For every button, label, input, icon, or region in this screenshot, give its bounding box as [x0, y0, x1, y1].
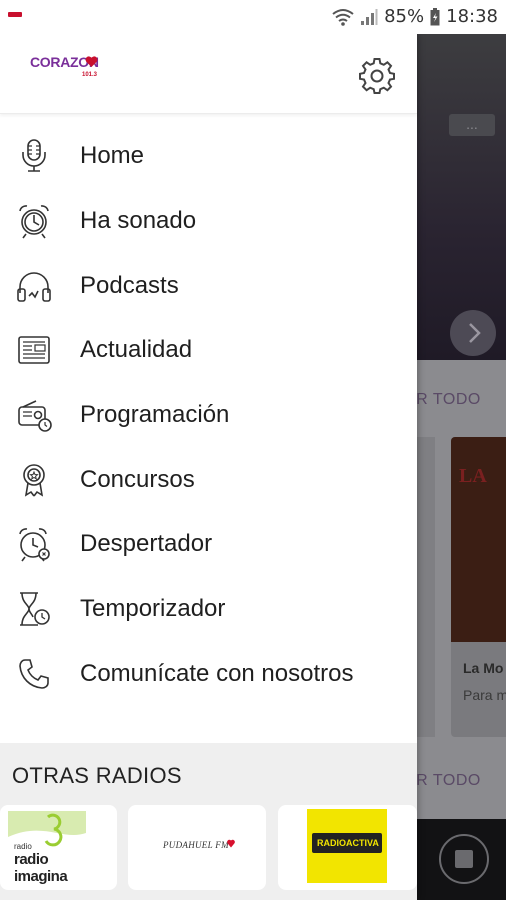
menu-item-label: Home — [80, 142, 145, 170]
radio-card-pudahuel[interactable]: PUDAHUEL FM — [128, 805, 266, 890]
signal-icon — [360, 8, 378, 26]
menu-item-label: Actualidad — [80, 336, 193, 364]
menu-item-label: Temporizador — [80, 595, 226, 623]
menu-item-ha-sonado[interactable]: Ha sonado — [0, 189, 417, 254]
background-card: LA La Mo Para m — [451, 437, 506, 737]
menu-item-label: Despertador — [80, 530, 213, 558]
notification-icon — [8, 12, 22, 17]
menu-item-label: Comunícate con nosotros — [80, 659, 354, 687]
menu-item-home[interactable]: Home — [0, 124, 417, 189]
hourglass-timer-icon — [16, 591, 52, 627]
phone-icon — [16, 656, 52, 692]
radioactiva-logo: RADIOACTIVA — [307, 809, 387, 883]
radio-card-radioactiva[interactable]: RADIOACTIVA — [278, 805, 417, 890]
radio-name: radio imagina — [14, 851, 68, 885]
menu-item-label: Ha sonado — [80, 207, 197, 235]
radio-name: PUDAHUEL FM — [163, 840, 229, 850]
settings-gear-icon[interactable] — [358, 57, 396, 95]
background-card-subtitle: Para m — [463, 687, 506, 703]
background-see-all-link: ER TODO — [417, 772, 481, 789]
menu-item-label: Programación — [80, 401, 230, 429]
menu-item-contacto[interactable]: Comunícate con nosotros — [0, 642, 417, 707]
battery-icon — [430, 7, 440, 26]
menu-item-actualidad[interactable]: Actualidad — [0, 318, 417, 383]
menu-item-despertador[interactable]: Despertador — [0, 512, 417, 577]
menu-item-concursos[interactable]: Concursos — [0, 447, 417, 512]
status-bar: 85% 18:38 — [0, 0, 506, 34]
radio-imagina-logo: radio radio imagina — [8, 811, 86, 885]
other-radios-section: OTRAS RADIOS radio radio imagina PUDAHUE… — [0, 743, 417, 900]
background-app-scrim[interactable]: ... ER TODO LA La Mo Para m ER TODO — [417, 34, 506, 900]
pudahuel-heart-icon — [227, 839, 235, 848]
background-card — [417, 437, 435, 737]
background-card-image-text: LA — [459, 465, 487, 487]
battery-percent: 85% — [384, 6, 425, 27]
wifi-icon — [332, 8, 354, 26]
drawer-menu: Home Ha sonado Podcasts Actualidad Progr… — [0, 124, 417, 706]
background-next-button — [450, 310, 496, 356]
menu-item-podcasts[interactable]: Podcasts — [0, 253, 417, 318]
radio-card-imagina[interactable]: radio radio imagina — [0, 805, 117, 890]
menu-item-programacion[interactable]: Programación — [0, 383, 417, 448]
menu-item-temporizador[interactable]: Temporizador — [0, 577, 417, 642]
microphone-icon — [16, 138, 52, 174]
radio-schedule-icon — [16, 397, 52, 433]
other-radios-title: OTRAS RADIOS — [12, 763, 182, 788]
chevron-right-icon — [469, 323, 481, 343]
alarm-clock-icon — [16, 203, 52, 239]
drawer-header: CORAZON 101.3 — [0, 34, 417, 114]
navigation-drawer: CORAZON 101.3 Home Ha sonado Podcasts Ac… — [0, 34, 417, 900]
alarm-clock-icon — [16, 526, 52, 562]
menu-item-label: Podcasts — [80, 271, 179, 299]
background-more-button: ... — [449, 114, 495, 136]
clock: 18:38 — [446, 6, 498, 27]
logo-frequency: 101.3 — [82, 72, 98, 78]
corazon-logo: CORAZON 101.3 — [30, 54, 115, 84]
stop-icon — [439, 834, 489, 884]
background-see-all-link: ER TODO — [417, 391, 481, 408]
headphones-icon — [16, 268, 52, 304]
newspaper-icon — [16, 332, 52, 368]
background-card-title: La Mo — [463, 660, 504, 676]
status-icons: 85% 18:38 — [332, 6, 498, 27]
menu-item-label: Concursos — [80, 465, 195, 493]
radio-name: RADIOACTIVA — [317, 838, 379, 848]
award-icon — [16, 462, 52, 498]
svg-text:radio: radio — [14, 842, 32, 851]
heart-icon — [85, 56, 98, 67]
